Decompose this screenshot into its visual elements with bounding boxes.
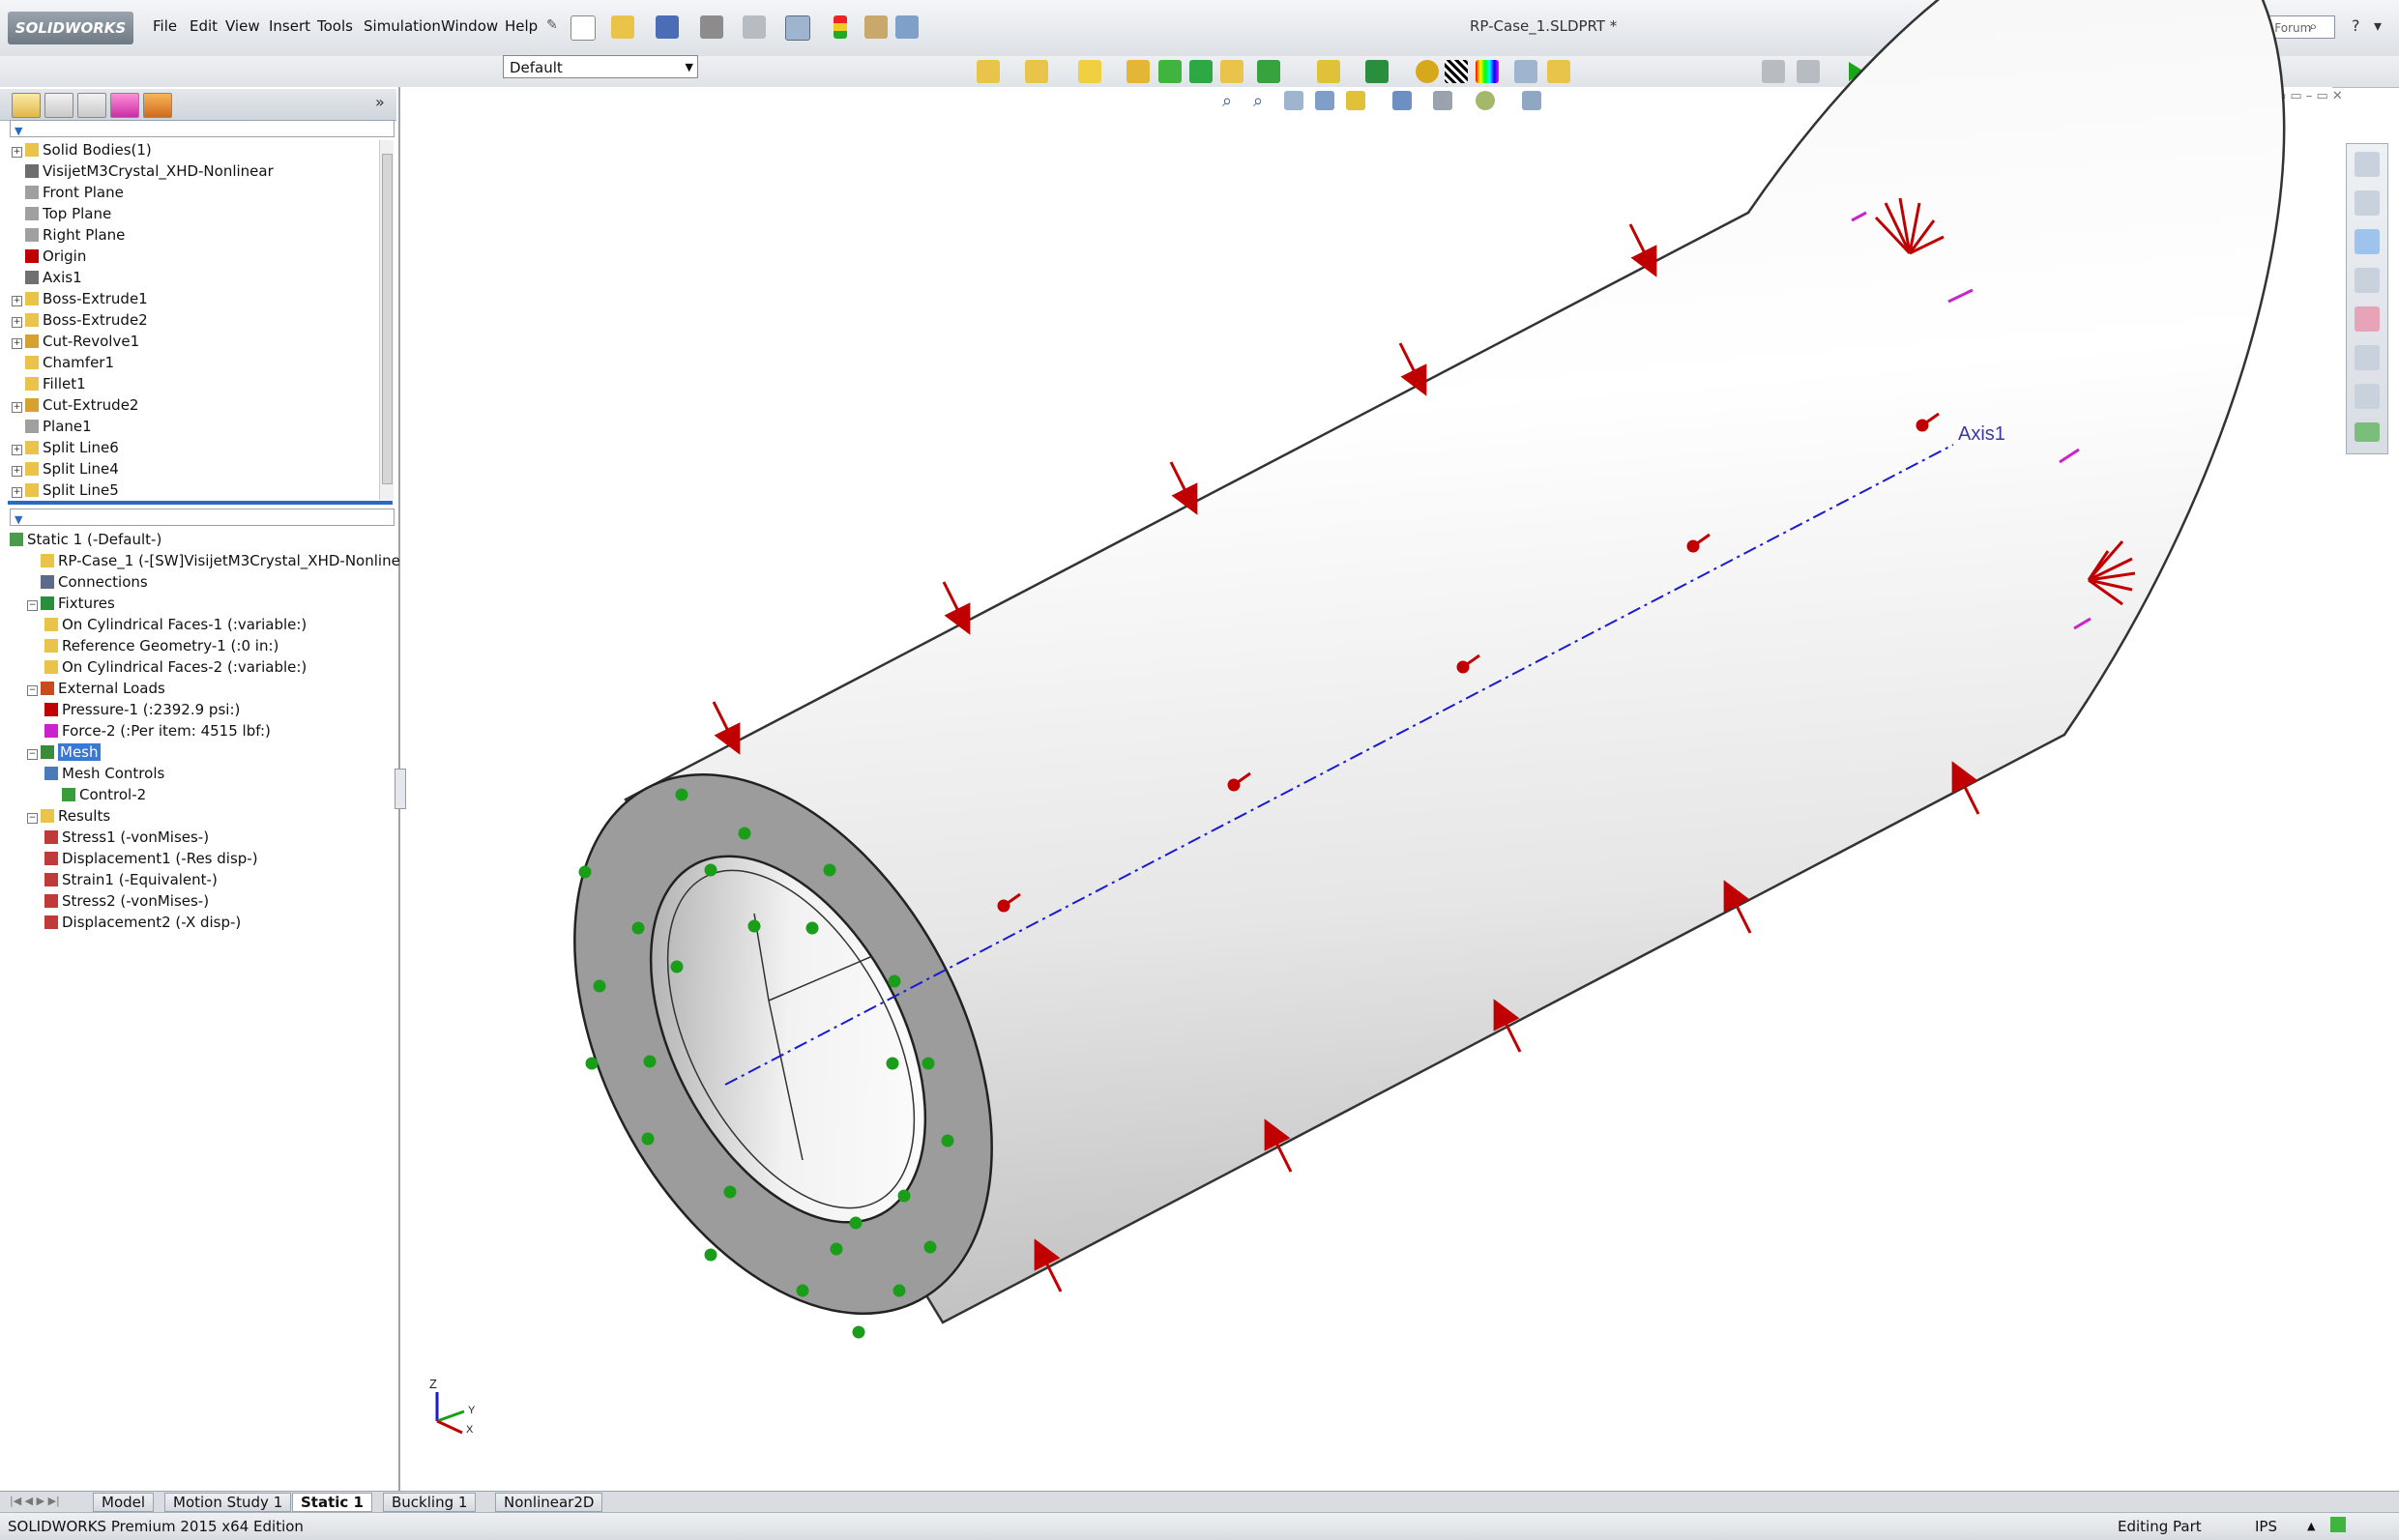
tab-nonlinear-label: Nonlinear2D <box>504 1494 595 1511</box>
design-library-icon[interactable] <box>2355 229 2380 254</box>
units-dropdown-icon[interactable]: ▲ <box>2307 1513 2315 1540</box>
custom-properties-icon[interactable] <box>2355 345 2380 370</box>
tab-model[interactable]: Model <box>93 1493 155 1512</box>
edition-text: SOLIDWORKS Premium 2015 x64 Edition <box>8 1518 304 1535</box>
tab-buckling-label: Buckling 1 <box>392 1494 468 1511</box>
panel-collapse-handle[interactable] <box>395 769 406 809</box>
file-explorer-icon[interactable] <box>2355 268 2380 293</box>
resources-icon[interactable] <box>2355 190 2380 216</box>
tab-scroll-arrows[interactable]: |◀ ◀ ▶ ▶| <box>10 1495 60 1507</box>
tab-buckling[interactable]: Buckling 1 <box>383 1493 477 1512</box>
tab-static-label: Static 1 <box>301 1494 364 1511</box>
tab-motion-study[interactable]: Motion Study 1 <box>164 1493 292 1512</box>
tab-motion-study-label: Motion Study 1 <box>173 1494 283 1511</box>
units-text[interactable]: IPS <box>2255 1513 2277 1540</box>
appearances-icon[interactable] <box>2355 306 2380 332</box>
triad-z-label: Z <box>429 1377 437 1391</box>
status-bar: SOLIDWORKS Premium 2015 x64 Edition Edit… <box>0 1512 2399 1540</box>
edit-mode-text: Editing Part <box>2118 1518 2202 1535</box>
tab-model-label: Model <box>102 1494 146 1511</box>
model-graphics[interactable]: Axis1 Z Y X <box>0 0 2399 1539</box>
home-icon[interactable] <box>2355 152 2380 177</box>
status-indicator-icon[interactable] <box>2330 1517 2346 1532</box>
solidworks-3d-icon[interactable] <box>2355 422 2380 442</box>
axis1-label[interactable]: Axis1 <box>1958 423 2005 445</box>
triad-x-label: X <box>466 1424 474 1436</box>
tab-static[interactable]: Static 1 <box>292 1493 372 1512</box>
forum-icon[interactable] <box>2355 384 2380 409</box>
task-pane <box>2346 143 2388 454</box>
tab-nonlinear[interactable]: Nonlinear2D <box>495 1493 603 1512</box>
coordinate-triad: Z Y X <box>429 1377 476 1436</box>
triad-y-label: Y <box>468 1405 476 1416</box>
